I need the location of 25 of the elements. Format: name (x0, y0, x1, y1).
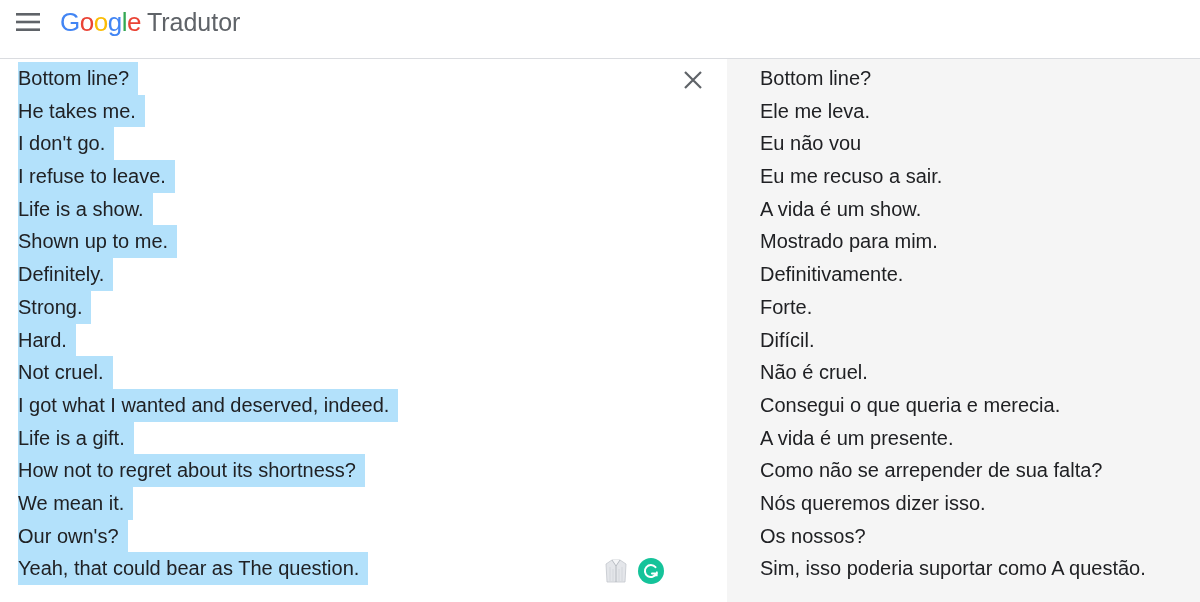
translation-text-line: Não é cruel. (760, 360, 869, 386)
translation-text-line: Consegui o que queria e merecia. (760, 392, 1062, 418)
circular-arrow-icon (643, 563, 659, 579)
translation-text-line: A vida é um show. (760, 196, 923, 222)
translation-text-line: Forte. (760, 294, 814, 320)
translation-text-line: Como não se arrepender de sua falta? (760, 458, 1104, 484)
translation-text-line: Eu me recuso a sair. (760, 164, 944, 190)
menu-icon (16, 13, 40, 31)
close-button[interactable] (682, 69, 704, 91)
translation-text-line: Nós queremos dizer isso. (760, 490, 987, 516)
translation-text-line: Mostrado para mim. (760, 229, 939, 255)
translation-text-line: A vida é um presente. (760, 425, 955, 451)
translation-text-line: Definitivamente. (760, 262, 905, 288)
translation-text-line: Os nossos? (760, 523, 867, 549)
menu-button[interactable] (16, 13, 40, 31)
translation-text-line: Eu não vou (760, 131, 863, 157)
grammar-check-button[interactable] (638, 558, 664, 584)
translation-text-line: Ele me leva. (760, 98, 872, 124)
logo: Google (60, 9, 141, 35)
translation-text-line: Difícil. (760, 327, 816, 353)
close-icon (682, 69, 704, 91)
shirt-icon (605, 559, 627, 583)
translation-text-line: Bottom line? (760, 66, 873, 91)
app-name: Tradutor (146, 9, 241, 35)
translation-text-line: Sim, isso poderia suportar como A questão. (760, 556, 1147, 582)
